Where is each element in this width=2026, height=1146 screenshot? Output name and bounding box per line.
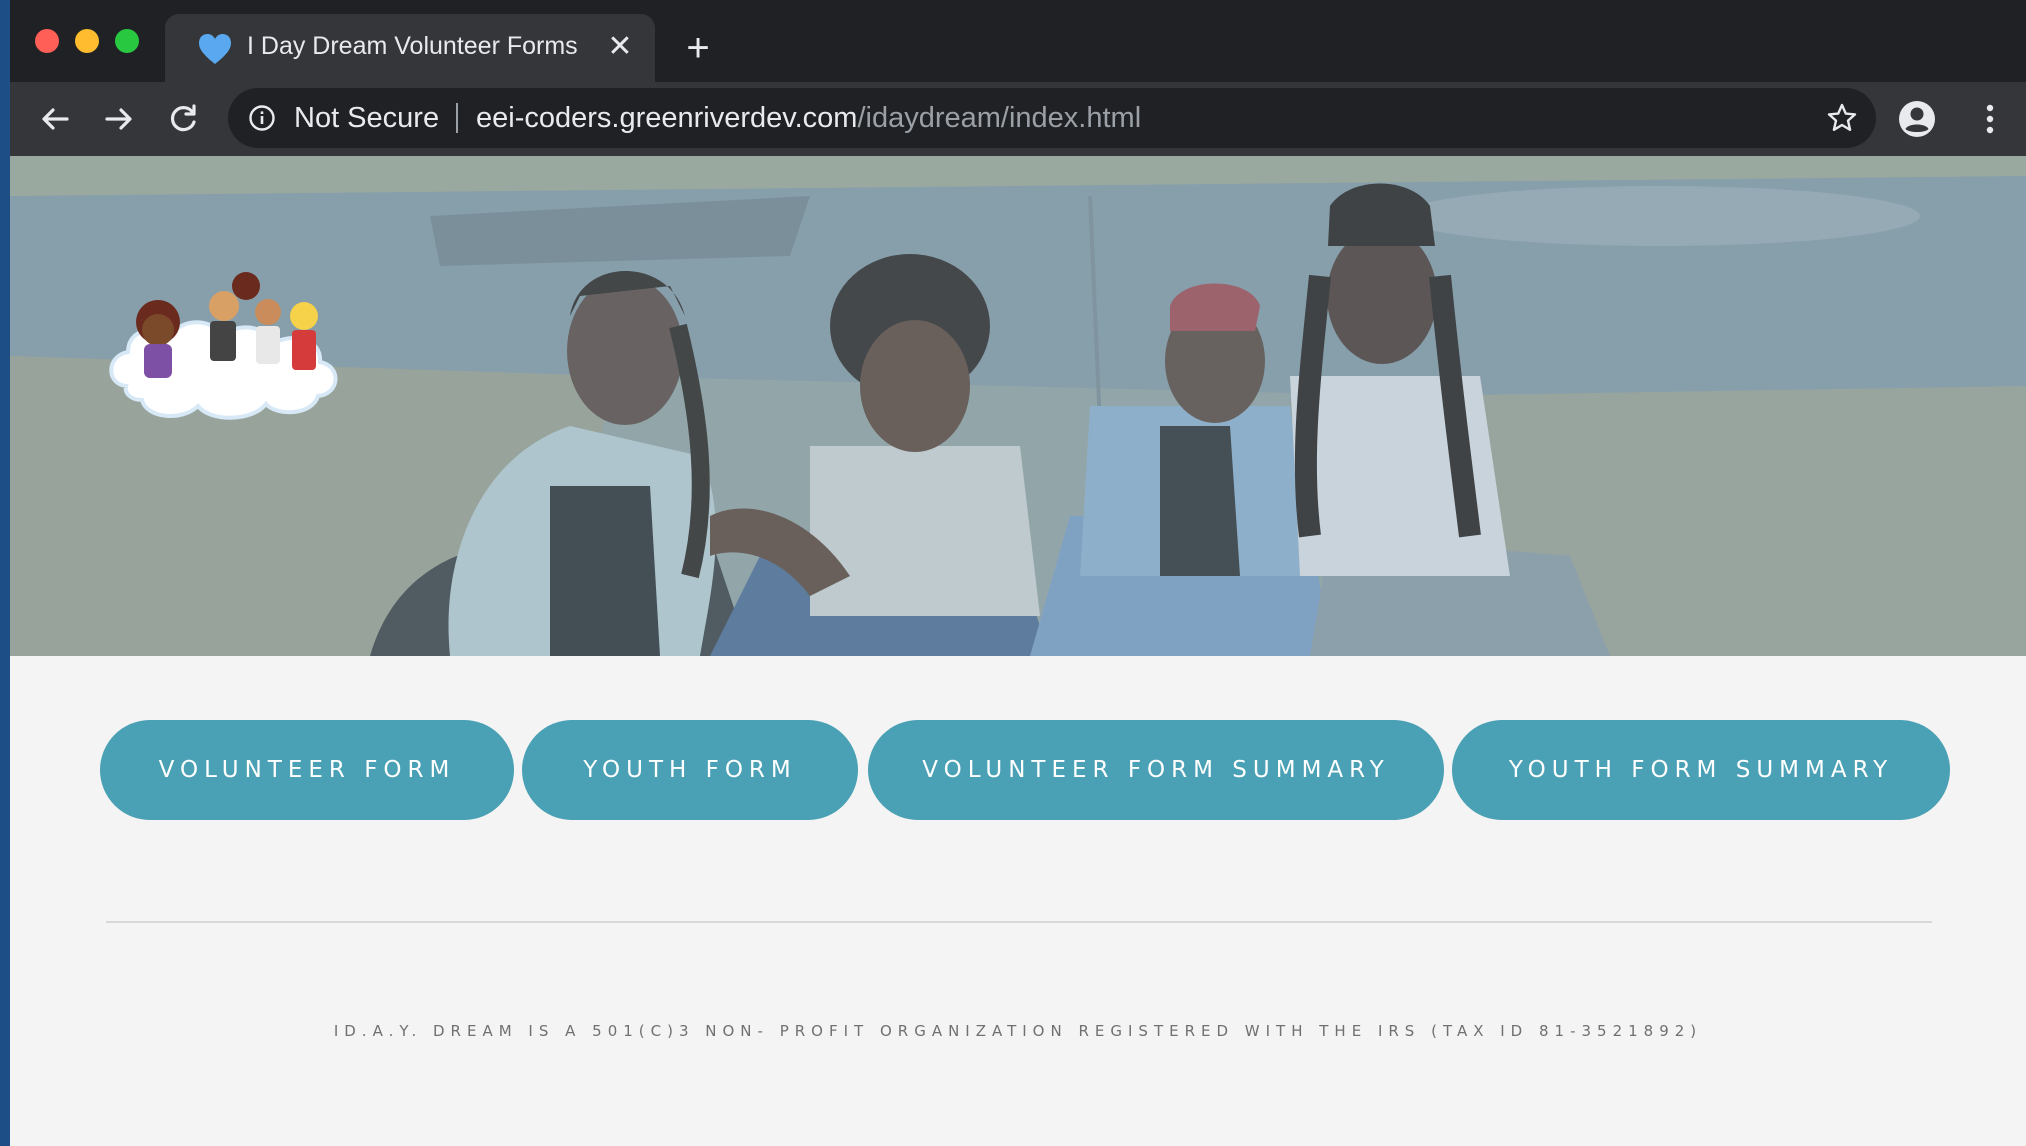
url-path: /idaydream/index.html — [857, 102, 1142, 134]
url-text[interactable]: eei-coders.greenriverdev.com/idaydream/i… — [476, 102, 1141, 135]
heart-icon — [199, 34, 231, 64]
close-window-button[interactable] — [35, 29, 59, 53]
browser-tab[interactable]: I Day Dream Volunteer Forms ✕ — [165, 14, 655, 82]
security-label[interactable]: Not Secure — [294, 102, 439, 135]
close-icon[interactable]: ✕ — [605, 32, 635, 62]
maximize-window-button[interactable] — [115, 29, 139, 53]
back-arrow-icon[interactable] — [35, 99, 75, 139]
footer-nonprofit-notice: ID.A.Y. DREAM IS A 501(C)3 NON- PROFIT O… — [333, 1022, 1703, 1040]
youth-form-summary-button[interactable]: YOUTH FORM SUMMARY — [1452, 720, 1950, 820]
volunteer-form-button[interactable]: VOLUNTEER FORM — [100, 720, 514, 820]
kebab-menu-icon[interactable] — [1970, 99, 2010, 139]
tab-strip: I Day Dream Volunteer Forms ✕ + — [10, 0, 2026, 82]
reload-icon[interactable] — [163, 99, 203, 139]
star-icon[interactable] — [1826, 102, 1858, 134]
hero-banner — [10, 156, 2026, 656]
page-content: VOLUNTEER FORM YOUTH FORM VOLUNTEER FORM… — [10, 156, 2026, 1146]
separator — [456, 103, 458, 133]
divider — [106, 921, 1932, 923]
plus-icon[interactable]: + — [678, 28, 718, 68]
cloud-kids-logo — [109, 272, 338, 420]
minimize-window-button[interactable] — [75, 29, 99, 53]
info-icon[interactable] — [248, 104, 276, 132]
tab-title: I Day Dream Volunteer Forms — [247, 32, 578, 60]
browser-window: I Day Dream Volunteer Forms ✕ + Not Secu… — [10, 0, 2026, 1146]
address-bar[interactable]: Not Secure eei-coders.greenriverdev.com/… — [228, 88, 1876, 148]
forward-arrow-icon[interactable] — [99, 99, 139, 139]
account-icon[interactable] — [1895, 97, 1939, 141]
browser-toolbar: Not Secure eei-coders.greenriverdev.com/… — [10, 82, 2026, 156]
youth-form-button[interactable]: YOUTH FORM — [522, 720, 858, 820]
url-host: eei-coders.greenriverdev.com — [476, 102, 858, 134]
form-navigation: VOLUNTEER FORM YOUTH FORM VOLUNTEER FORM… — [90, 720, 1950, 820]
volunteer-form-summary-button[interactable]: VOLUNTEER FORM SUMMARY — [868, 720, 1444, 820]
